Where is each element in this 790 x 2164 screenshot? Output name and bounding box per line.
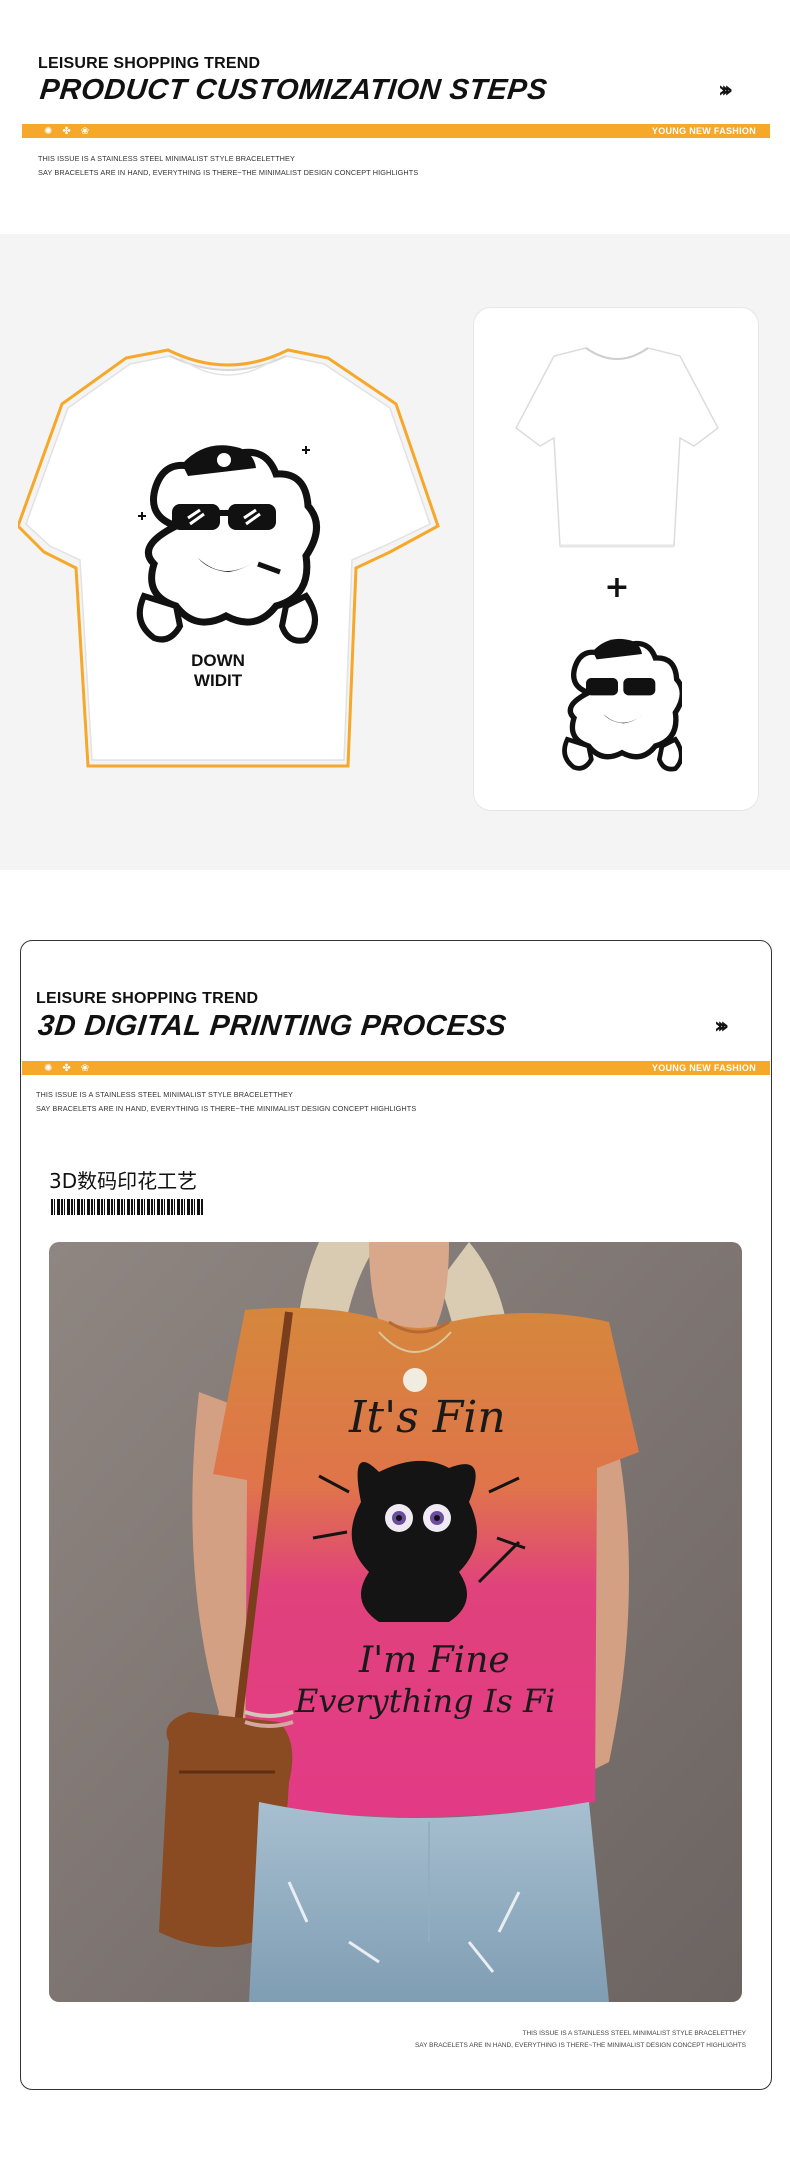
description-line-2: SAY BRACELETS ARE IN HAND, EVERYTHING IS… <box>38 168 419 177</box>
shirt-text-everything: Everything Is Fi <box>294 1682 555 1720</box>
accent-band: ✺ ✤ ❀ YOUNG NEW FASHION <box>22 124 770 138</box>
section-headline: PRODUCT CUSTOMIZATION STEPS <box>38 74 549 106</box>
shirt-text-im-fine: I'm Fine <box>358 1640 510 1681</box>
sun-icon: ✺ <box>44 125 53 137</box>
flower-icon: ✤ <box>62 125 71 137</box>
print-text-down: DOWN <box>191 651 245 670</box>
sun-icon: ✺ <box>44 1062 53 1074</box>
components-card: + <box>473 307 759 811</box>
paw-icon: ❀ <box>80 125 90 137</box>
accent-band: ✺ ✤ ❀ YOUNG NEW FASHION <box>22 1061 770 1075</box>
band-icons: ✺ ✤ ❀ <box>44 124 89 138</box>
footer-line-2: SAY BRACELETS ARE IN HAND, EVERYTHING IS… <box>414 2042 746 2049</box>
description-line-2: SAY BRACELETS ARE IN HAND, EVERYTHING IS… <box>36 1104 417 1113</box>
section-headline: 3D DIGITAL PRINTING PROCESS <box>36 1010 509 1042</box>
section-kicker: LEISURE SHOPPING TREND <box>38 55 261 72</box>
flower-icon: ✤ <box>62 1062 71 1074</box>
print-pattern-image <box>562 638 682 772</box>
barcode-decoration <box>51 1199 203 1215</box>
cloud-character-print <box>136 445 320 644</box>
footer-line-1: THIS ISSUE IS A STAINLESS STEEL MINIMALI… <box>522 2030 746 2037</box>
blank-tshirt-image <box>515 347 719 548</box>
paw-icon: ❀ <box>80 1062 90 1074</box>
description-line-1: THIS ISSUE IS A STAINLESS STEEL MINIMALI… <box>38 154 295 163</box>
process-title: 3D数码印花工艺 <box>49 1169 198 1193</box>
band-label: YOUNG NEW FASHION <box>651 1063 756 1073</box>
custom-tshirt-image: DOWN WIDIT <box>18 348 440 768</box>
band-label: YOUNG NEW FASHION <box>651 126 756 136</box>
print-text-widit: WIDIT <box>194 671 243 690</box>
plus-icon: + <box>604 570 630 605</box>
band-icons: ✺ ✤ ❀ <box>44 1061 89 1075</box>
section-kicker: LEISURE SHOPPING TREND <box>36 990 259 1007</box>
arrows-icon: ››› <box>714 1014 729 1039</box>
description-line-1: THIS ISSUE IS A STAINLESS STEEL MINIMALI… <box>36 1090 293 1099</box>
model-photo: It's Fin I'm Fine Everything Is Fi <box>49 1242 742 2002</box>
arrows-icon: ››› <box>718 78 733 103</box>
shirt-text-its-fine: It's Fin <box>348 1392 506 1443</box>
